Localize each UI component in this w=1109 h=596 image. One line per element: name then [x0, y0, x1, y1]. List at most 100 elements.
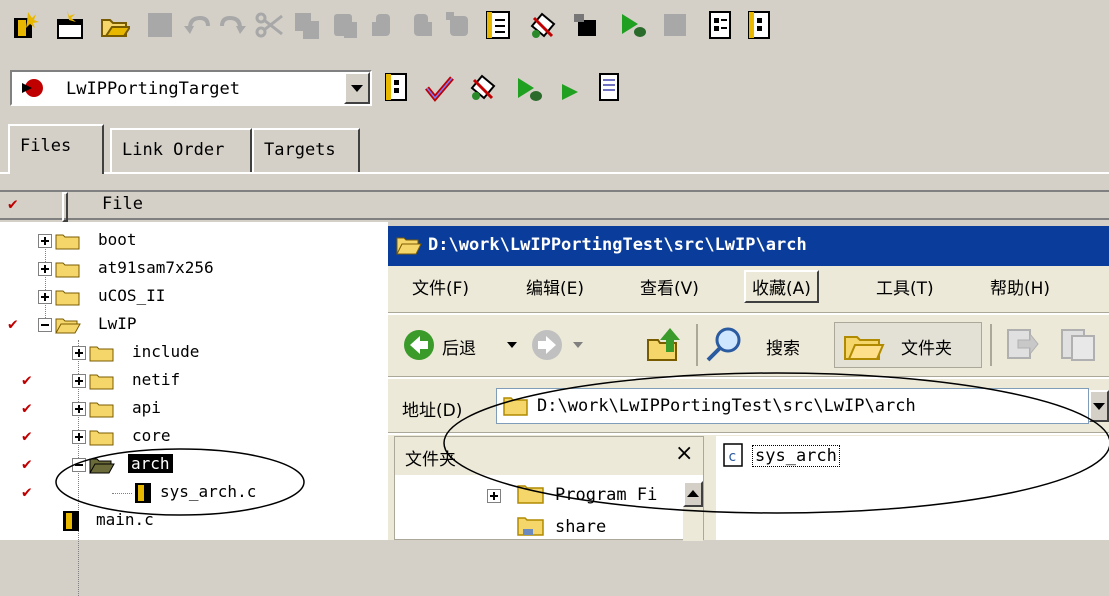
- synchronize-icon[interactable]: [424, 74, 454, 104]
- chevron-down-icon[interactable]: [572, 340, 584, 350]
- folder-icon: [89, 374, 114, 390]
- disassemble-icon[interactable]: [594, 72, 624, 102]
- expand-icon[interactable]: [72, 346, 86, 360]
- tab-files[interactable]: Files: [8, 124, 104, 174]
- expand-icon[interactable]: [72, 374, 86, 388]
- forward-button[interactable]: [530, 328, 600, 364]
- tree-item-include[interactable]: include: [0, 340, 380, 366]
- shared-folder-icon: [517, 517, 544, 536]
- file-list-header: ✔ File: [0, 190, 1109, 222]
- compile-icon[interactable]: [483, 10, 513, 40]
- tree-item-label: boot: [98, 230, 137, 249]
- annotation-ellipse: [55, 448, 305, 516]
- run-icon[interactable]: [556, 78, 586, 108]
- back-arrow-icon: [404, 330, 434, 360]
- search-button[interactable]: 搜索: [704, 326, 824, 366]
- menu-tools[interactable]: 工具(T): [876, 274, 934, 299]
- checkmark-icon[interactable]: ✔: [22, 454, 32, 473]
- tree-item-label: netif: [132, 370, 181, 389]
- menu-favorites[interactable]: 收藏(A): [744, 270, 819, 303]
- checkmark-icon[interactable]: ✔: [8, 314, 18, 333]
- save-icon[interactable]: [145, 10, 175, 40]
- find-next-icon[interactable]: [406, 10, 436, 40]
- annotation-ellipse: [443, 372, 1109, 514]
- target-combo-dropdown-button[interactable]: [344, 72, 370, 104]
- folder-tree-label: share: [555, 517, 607, 537]
- target-settings-icon[interactable]: [745, 10, 775, 40]
- checkmark-icon[interactable]: ✔: [22, 370, 32, 389]
- menu-view[interactable]: 查看(V): [640, 274, 699, 299]
- tree-item-ucos-ii[interactable]: uCOS_II: [0, 284, 380, 310]
- explorer-window: D:\work\LwIPPortingTest\src\LwIP\arch 文件…: [388, 226, 1109, 541]
- run-debug-icon[interactable]: [514, 74, 544, 104]
- checkmark-icon: ✔: [8, 194, 18, 213]
- folders-label: 文件夹: [901, 339, 952, 359]
- file-tree: boot at91sam7x256 uCOS_II ✔ LwIP include…: [0, 222, 388, 596]
- open-folder-icon: [396, 237, 422, 255]
- tree-item-api[interactable]: ✔ api: [0, 396, 380, 422]
- undo-icon[interactable]: [182, 10, 212, 40]
- collapse-icon[interactable]: [38, 318, 52, 332]
- paste-icon[interactable]: [330, 10, 360, 40]
- expand-icon[interactable]: [38, 262, 52, 276]
- menu-edit[interactable]: 编辑(E): [526, 274, 584, 299]
- expand-icon[interactable]: [38, 234, 52, 248]
- column-divider[interactable]: [62, 192, 68, 222]
- menu-file[interactable]: 文件(F): [412, 274, 469, 299]
- target-combo-value: LwIPPortingTarget: [66, 79, 240, 99]
- checkmark-icon[interactable]: ✔: [22, 398, 32, 417]
- make-icon[interactable]: [468, 72, 498, 102]
- tree-item-label: include: [132, 342, 200, 361]
- checkmark-icon[interactable]: ✔: [22, 482, 32, 501]
- checkmark-icon[interactable]: ✔: [22, 426, 32, 445]
- new-file-icon[interactable]: [55, 10, 85, 40]
- settings-panel-icon[interactable]: [706, 10, 736, 40]
- main-toolbar: [0, 0, 1109, 52]
- chevron-down-icon: [351, 85, 363, 92]
- tab-link-order-label: Link Order: [122, 140, 225, 160]
- make-icon[interactable]: [528, 10, 558, 40]
- stop-icon[interactable]: [660, 10, 690, 40]
- copy-icon[interactable]: [292, 10, 322, 40]
- find-icon[interactable]: [368, 10, 398, 40]
- folder-icon: [55, 262, 80, 278]
- search-label: 搜索: [766, 339, 800, 359]
- run-debug-icon[interactable]: [618, 10, 648, 40]
- find-in-files-icon[interactable]: [444, 10, 474, 40]
- back-button[interactable]: 后退: [402, 326, 522, 366]
- tab-targets[interactable]: Targets: [252, 128, 360, 172]
- folder-icon: [89, 402, 114, 418]
- redo-icon[interactable]: [218, 10, 248, 40]
- up-folder-icon[interactable]: [646, 326, 686, 364]
- tree-item-label: api: [132, 398, 161, 417]
- open-folder-icon[interactable]: [100, 10, 130, 40]
- tree-item-at91sam7x256[interactable]: at91sam7x256: [0, 256, 380, 282]
- target-combo[interactable]: LwIPPortingTarget: [10, 70, 372, 106]
- expand-icon[interactable]: [72, 430, 86, 444]
- debug-icon[interactable]: [572, 10, 602, 40]
- menu-help[interactable]: 帮助(H): [990, 274, 1050, 299]
- expand-icon[interactable]: [72, 402, 86, 416]
- tree-item-label: at91sam7x256: [98, 258, 214, 277]
- tree-item-label: core: [132, 426, 171, 445]
- tree-item-label: uCOS_II: [98, 286, 166, 305]
- target-settings-icon[interactable]: [382, 72, 412, 102]
- copy-to-icon[interactable]: [1058, 328, 1098, 362]
- folder-icon: [55, 290, 80, 306]
- chevron-down-icon[interactable]: [506, 340, 518, 350]
- cut-icon[interactable]: [254, 10, 284, 40]
- expand-icon[interactable]: [38, 290, 52, 304]
- tree-item-netif[interactable]: ✔ netif: [0, 368, 380, 394]
- folder-icon: [55, 234, 80, 250]
- file-column-header[interactable]: File: [102, 194, 143, 214]
- explorer-titlebar[interactable]: D:\work\LwIPPortingTest\src\LwIP\arch: [388, 226, 1109, 266]
- move-to-icon[interactable]: [1004, 328, 1040, 362]
- folders-button[interactable]: 文件夹: [834, 322, 982, 368]
- tree-item-lwip[interactable]: ✔ LwIP: [0, 312, 380, 338]
- folder-icon: [844, 336, 885, 360]
- tree-item-boot[interactable]: boot: [0, 228, 380, 254]
- explorer-title: D:\work\LwIPPortingTest\src\LwIP\arch: [428, 235, 807, 255]
- tab-link-order[interactable]: Link Order: [110, 128, 252, 172]
- forward-arrow-icon: [532, 330, 562, 360]
- new-target-icon[interactable]: [10, 10, 40, 40]
